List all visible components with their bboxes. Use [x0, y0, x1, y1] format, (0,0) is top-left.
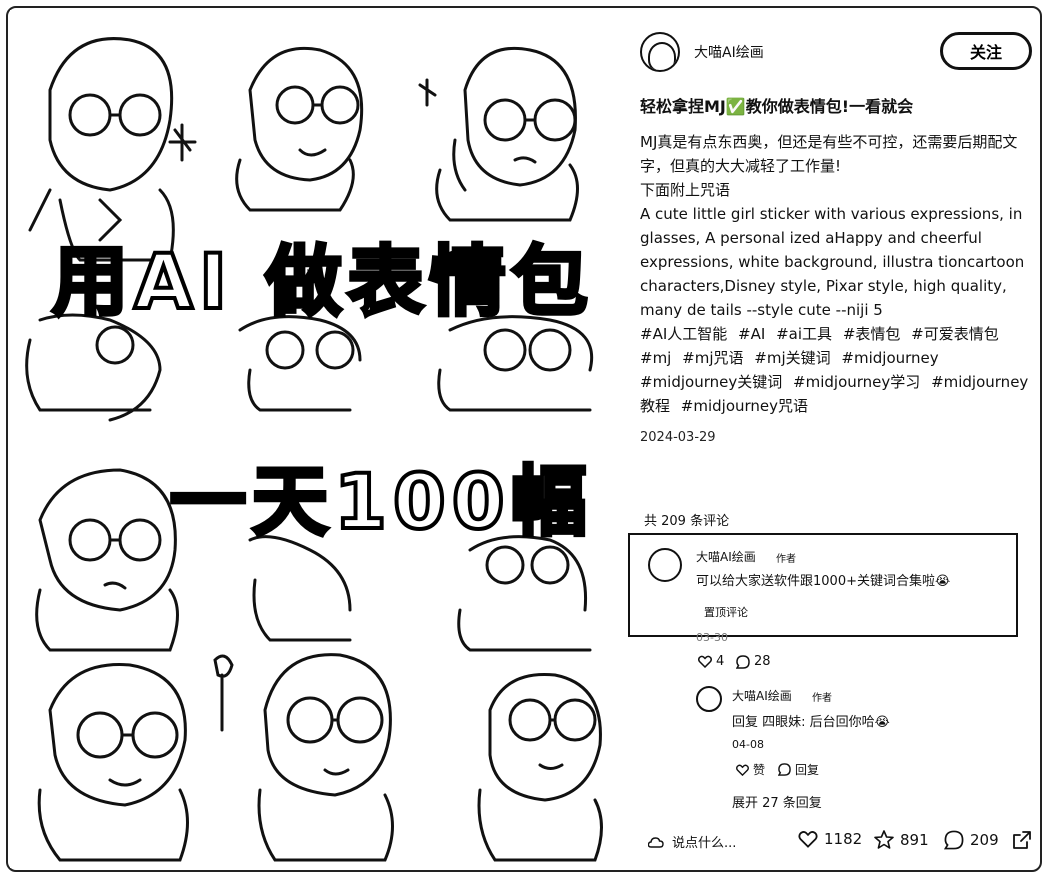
sparkle-1 [168, 123, 197, 162]
reply-reply-button[interactable]: 回复 [778, 761, 819, 778]
comment-input-placeholder: 说点什么... [672, 836, 737, 851]
tag-link[interactable]: #mj [640, 349, 671, 367]
author-row: 大喵AI绘画 关注 [640, 30, 1040, 74]
sticker-girl-3 [435, 46, 579, 222]
favorite-button[interactable]: 891 [874, 830, 929, 849]
pinned-label: 置顶评论 [704, 606, 748, 619]
comments-button[interactable]: 209 [944, 830, 999, 850]
comments-count: 209 [970, 831, 999, 849]
chat-bubble-icon [944, 830, 964, 850]
reply-like-label: 赞 [753, 763, 766, 777]
post-image[interactable]: 用AI 做表情包 一天100幅 [10, 10, 610, 868]
bottom-action-bar: 说点什么... 1182 891 209 [640, 826, 1040, 860]
reply-author-name[interactable]: 大喵AI绘画 [732, 687, 792, 704]
tag-link[interactable]: #可爱表情包 [911, 325, 999, 343]
post-title: 轻松拿捏MJ✅教你做表情包!一看就会 [640, 97, 914, 116]
reply-like-button[interactable]: 赞 [736, 761, 765, 778]
sparkle-2 [418, 78, 437, 107]
comment-count: 共 209 条评论 [644, 514, 730, 529]
sticker-girl-4 [25, 313, 162, 422]
tag-link[interactable]: #midjourney学习 [793, 373, 920, 391]
comment-reply-count: 28 [754, 654, 771, 669]
post-body-line: 下面附上咒语 [640, 181, 731, 199]
tag-link[interactable]: #ai工具 [776, 325, 832, 343]
heart-icon [698, 655, 712, 668]
mirror-1 [213, 654, 234, 732]
comment-avatar[interactable] [648, 548, 682, 582]
share-button[interactable] [1012, 830, 1032, 850]
sticker-girl-6 [437, 315, 594, 412]
author-avatar[interactable] [640, 32, 680, 72]
post-date: 2024-03-29 [640, 430, 716, 445]
sticker-illustrations [25, 37, 603, 862]
chat-bubble-icon [778, 763, 791, 776]
comment-input[interactable]: 说点什么... [648, 832, 736, 851]
tag-link[interactable]: #AI [738, 325, 765, 343]
tag-link[interactable]: #mj咒语 [682, 349, 743, 367]
author-name[interactable]: 大喵AI绘画 [694, 42, 764, 62]
cloud-edit-icon [648, 836, 664, 848]
image-title-line1: 用AI 做表情包 [50, 235, 594, 328]
sticker-girl-12 [477, 672, 603, 862]
like-button[interactable]: 1182 [798, 830, 862, 848]
post-info-panel: 大喵AI绘画 关注 轻松拿捏MJ✅教你做表情包!一看就会 MJ真是有点东西奥，但… [640, 30, 1040, 445]
tag-link[interactable]: #AI人工智能 [640, 325, 727, 343]
reply-date: 04-08 [732, 738, 764, 751]
tag-list: #AI人工智能 #AI #ai工具 #表情包 #可爱表情包 #mj #mj咒语 … [640, 322, 1032, 418]
comment-reply-button[interactable]: 28 [736, 654, 771, 669]
tag-link[interactable]: #midjourney咒语 [681, 397, 808, 415]
tag-link[interactable]: #midjourney [841, 349, 938, 367]
sticker-girl-7 [35, 468, 179, 652]
reply-avatar[interactable] [696, 686, 722, 712]
comment-like-count: 4 [716, 654, 725, 669]
like-count: 1182 [824, 830, 863, 848]
tag-link[interactable]: #midjourney关键词 [640, 373, 782, 391]
share-icon [1013, 831, 1031, 849]
follow-button[interactable]: 关注 [940, 32, 1032, 70]
comment-author-name[interactable]: 大喵AI绘画 [696, 548, 756, 565]
reply-text: 回复 四眼妹: 后台回你哈😭 [732, 715, 890, 730]
chat-bubble-icon [736, 654, 750, 669]
favorite-count: 891 [900, 830, 929, 849]
post-body: MJ真是有点东西奥，但还是有些不可控，还需要后期配文字，但真的大大减轻了工作量!… [640, 130, 1032, 322]
tag-link[interactable]: #表情包 [843, 325, 901, 343]
tag-link[interactable]: #mj关键词 [754, 349, 830, 367]
sticker-girl-2 [235, 46, 364, 212]
heart-icon [798, 830, 818, 848]
expand-replies-link[interactable]: 展开 27 条回复 [732, 792, 822, 811]
star-icon [874, 830, 894, 849]
sticker-girl-11 [257, 653, 394, 862]
sticker-girl-9 [457, 535, 592, 652]
image-title-line2: 一天100幅 [168, 455, 593, 548]
heart-icon [736, 764, 749, 776]
reply-author-badge: 作者 [812, 693, 832, 704]
sticker-girl-5 [238, 315, 362, 412]
sticker-girl-10 [37, 663, 189, 862]
author-badge: 作者 [776, 554, 796, 565]
post-body-line: A cute little girl sticker with various … [640, 205, 1025, 319]
reply-reply-label: 回复 [795, 763, 820, 777]
sticker-girl-8 [248, 535, 352, 642]
post-body-line: MJ真是有点东西奥，但还是有些不可控，还需要后期配文字，但真的大大减轻了工作量! [640, 133, 1018, 175]
comment-date: 03-30 [696, 631, 728, 644]
comment-like-button[interactable]: 4 [698, 654, 724, 669]
comment-text: 可以给大家送软件跟1000+关键词合集啦😭 [696, 574, 951, 589]
